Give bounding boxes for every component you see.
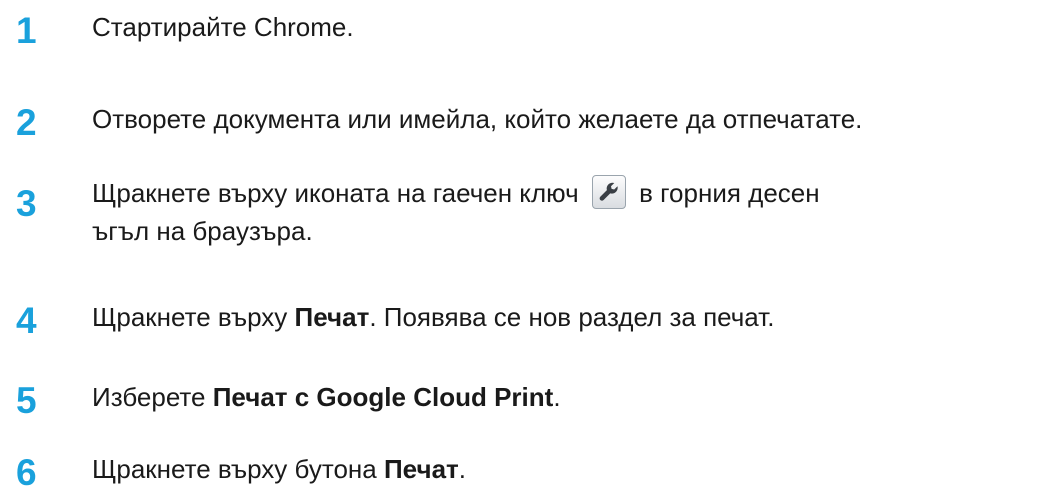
step-text-before: Щракнете върху [92,302,295,332]
step-number: 5 [16,380,37,421]
step-text: Отворете документа или имейла, който жел… [92,104,863,134]
step-text-after: в горния десен [639,178,820,208]
step-text: Изберете Печат с Google Cloud Print. [92,378,1042,416]
step-text-after: . Появява се нов раздел за печат. [369,302,775,332]
wrench-icon [591,175,626,209]
step-text: Щракнете върху иконата на гаечен ключ в … [92,174,1042,250]
step-number: 4 [16,300,37,341]
step-number: 6 [16,452,37,493]
step-number: 3 [16,183,37,224]
step-number: 2 [16,102,37,143]
step-text-before: Изберете [92,382,213,412]
step-text-before: Щракнете върху бутона [92,454,384,484]
step-text-bold: Печат с Google Cloud Print [212,382,554,412]
step-text: Щракнете върху бутона Печат. [92,450,1042,488]
step-text-before: Щракнете върху иконата на гаечен ключ [92,178,579,208]
step-text-after: . [458,454,466,484]
step-text-after: . [553,382,561,412]
step-text-bold: Печат [294,302,370,332]
step-text: Щракнете върху Печат. Появява се нов раз… [92,298,1042,336]
step-text: Стартирайте Chrome. [92,12,354,42]
step-text-bold: Печат [383,454,459,484]
step-text-line2: ъгъл на браузъра. [92,216,313,246]
step-number: 1 [16,10,37,51]
